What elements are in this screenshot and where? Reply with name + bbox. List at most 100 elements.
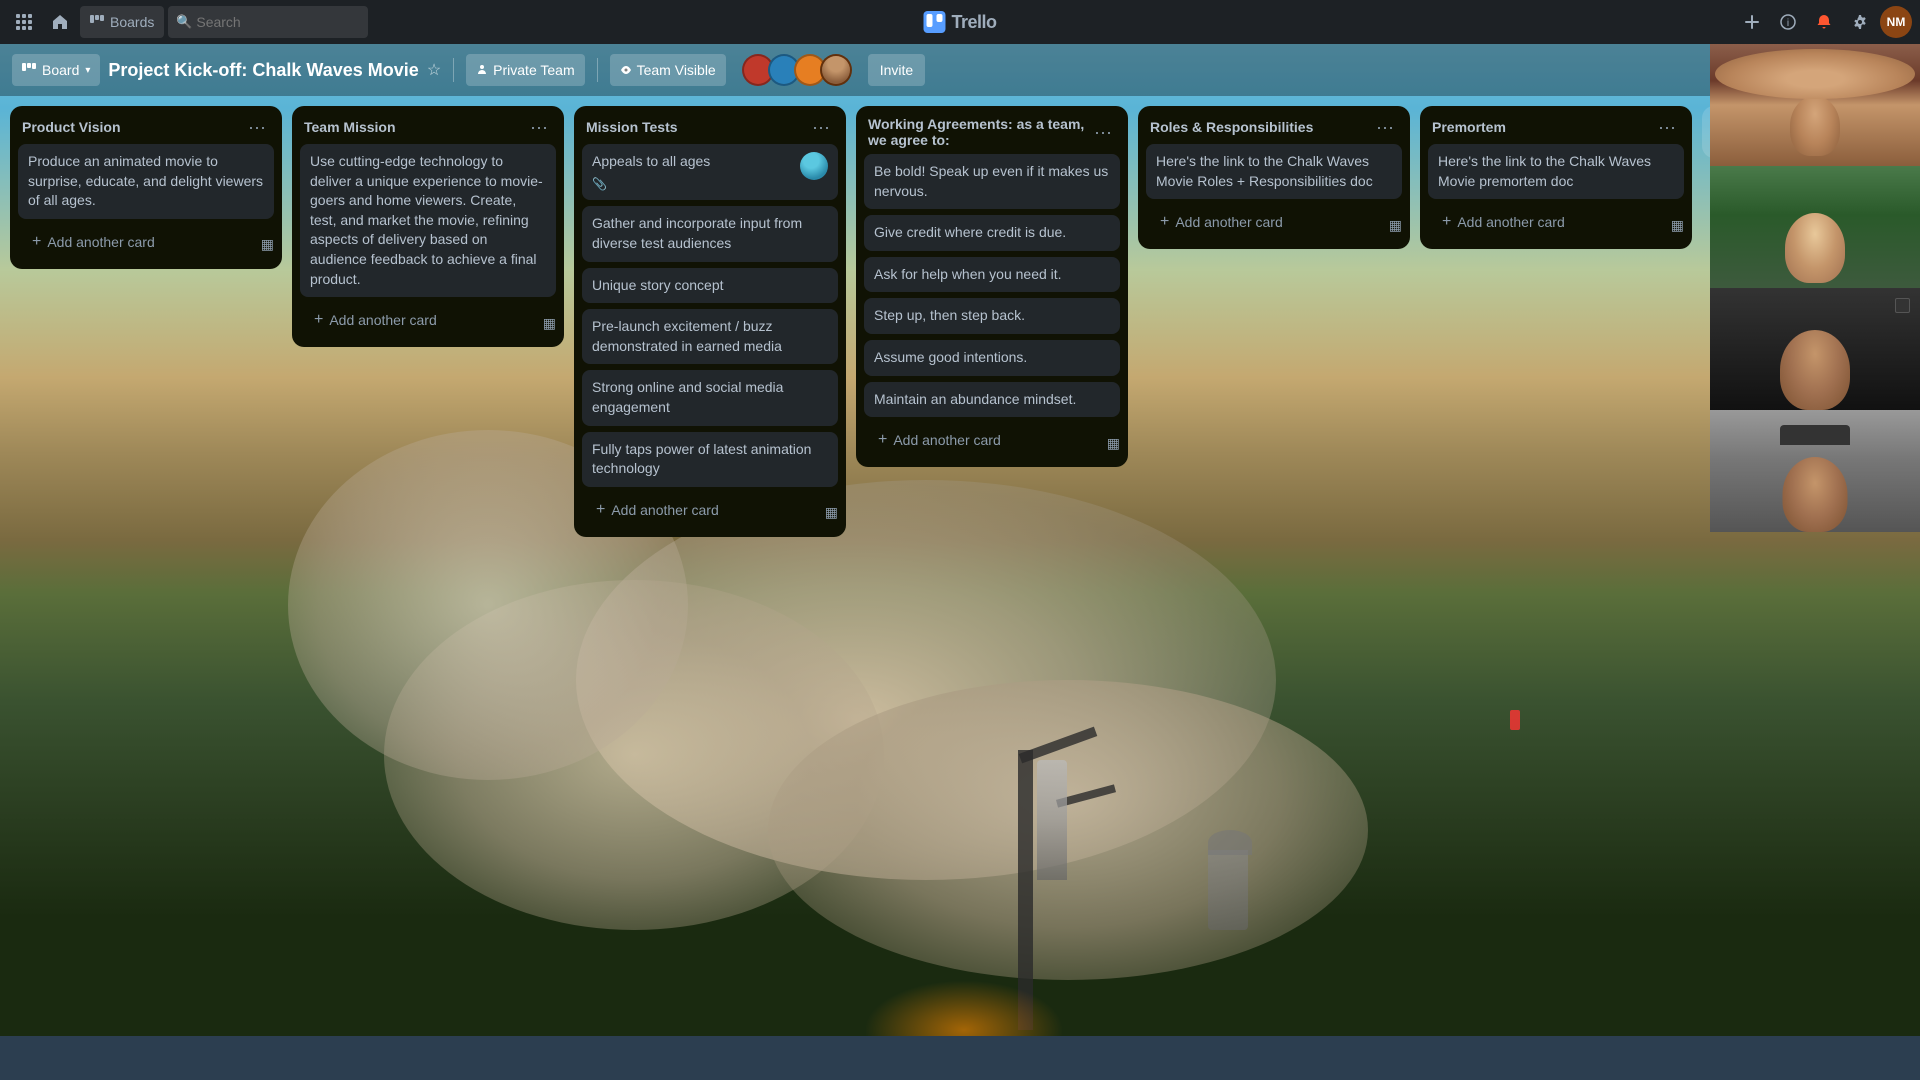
chevron-down-icon: ▾ [85,65,90,76]
add-card-button-working-agreements[interactable]: + Add another card [868,425,1095,457]
divider2 [597,58,598,82]
list-menu-button-team-mission[interactable]: ··· [526,116,552,138]
list-title-mission-tests: Mission Tests [586,119,808,135]
star-button[interactable]: ☆ [427,60,441,80]
template-button-premortem[interactable]: ▦ [1667,215,1688,236]
list-cards-product-vision: Produce an animated movie to surprise, e… [10,144,282,225]
card-mission-tests-6[interactable]: Fully taps power of latest animation tec… [582,432,838,487]
board-title: Project Kick-off: Chalk Waves Movie [108,60,418,81]
card-text: Maintain an abundance mindset. [874,391,1076,407]
list-roles-responsibilities: Roles & Responsibilities ··· Here's the … [1138,106,1410,249]
add-card-row-working-agreements: + Add another card ▦ [856,423,1128,467]
list-title-premortem: Premortem [1432,119,1654,135]
card-working-agreements-1[interactable]: Be bold! Speak up even if it makes us ne… [864,154,1120,209]
add-card-label: Add another card [329,312,436,328]
list-cards-roles-responsibilities: Here's the link to the Chalk Waves Movie… [1138,144,1410,205]
template-button-roles[interactable]: ▦ [1385,215,1406,236]
private-team-button[interactable]: Private Team [466,54,584,86]
list-menu-button-product-vision[interactable]: ··· [244,116,270,138]
member-avatars [742,54,852,86]
card-product-vision-1[interactable]: Produce an animated movie to surprise, e… [18,144,274,219]
settings-button[interactable] [1844,6,1876,38]
board-dropdown-button[interactable]: Board ▾ [12,54,100,86]
search-input[interactable] [168,6,368,38]
video-tile-3[interactable] [1710,288,1920,410]
card-mission-tests-2[interactable]: Gather and incorporate input from divers… [582,206,838,261]
card-working-agreements-4[interactable]: Step up, then step back. [864,298,1120,334]
list-mission-tests: Mission Tests ··· Appeals to all ages 📎 … [574,106,846,537]
card-text: Give credit where credit is due. [874,224,1066,240]
list-menu-button-roles-responsibilities[interactable]: ··· [1372,116,1398,138]
private-team-label: Private Team [493,62,574,78]
card-text: Pre-launch excitement / buzz demonstrate… [592,318,782,354]
list-working-agreements: Working Agreements: as a team, we agree … [856,106,1128,467]
team-visible-button[interactable]: Team Visible [610,54,726,86]
add-button[interactable] [1736,6,1768,38]
list-menu-button-mission-tests[interactable]: ··· [808,116,834,138]
top-navigation: Boards 🔍 Trello i NM [0,0,1920,44]
list-premortem: Premortem ··· Here's the link to the Cha… [1420,106,1692,249]
list-title-working-agreements: Working Agreements: as a team, we agree … [868,116,1090,148]
card-text: Here's the link to the Chalk Waves Movie… [1438,153,1651,189]
card-working-agreements-3[interactable]: Ask for help when you need it. [864,257,1120,293]
card-text: Produce an animated movie to surprise, e… [28,153,263,208]
card-mission-tests-3[interactable]: Unique story concept [582,268,838,304]
card-text: Appeals to all ages [592,153,710,169]
add-card-label: Add another card [611,502,718,518]
nav-right: i NM [1736,6,1912,38]
video-tile-4[interactable] [1710,410,1920,532]
add-card-button-team-mission[interactable]: + Add another card [304,305,531,337]
card-premortem-1[interactable]: Here's the link to the Chalk Waves Movie… [1428,144,1684,199]
plus-icon: + [1442,213,1451,231]
video-tile-2[interactable] [1710,166,1920,288]
info-button[interactable]: i [1772,6,1804,38]
attachment-icon: 📎 [592,176,710,193]
divider [453,58,454,82]
list-menu-button-working-agreements[interactable]: ··· [1090,121,1116,143]
board-btn-label: Board [42,62,79,78]
list-header-roles-responsibilities: Roles & Responsibilities ··· [1138,106,1410,144]
list-cards-premortem: Here's the link to the Chalk Waves Movie… [1420,144,1692,205]
plus-icon: + [314,311,323,329]
card-working-agreements-6[interactable]: Maintain an abundance mindset. [864,382,1120,418]
lists-container: Product Vision ··· Produce an animated m… [10,106,1910,1036]
card-mission-tests-4[interactable]: Pre-launch excitement / buzz demonstrate… [582,309,838,364]
apps-button[interactable] [8,6,40,38]
plus-icon: + [596,501,605,519]
list-team-mission: Team Mission ··· Use cutting-edge techno… [292,106,564,347]
template-button-working-agreements[interactable]: ▦ [1103,433,1124,454]
card-mission-tests-1[interactable]: Appeals to all ages 📎 [582,144,838,200]
card-mission-tests-5[interactable]: Strong online and social media engagemen… [582,370,838,425]
user-avatar[interactable]: NM [1880,6,1912,38]
member-avatar-4[interactable] [820,54,852,86]
video-tile-1[interactable] [1710,44,1920,166]
add-card-button-premortem[interactable]: + Add another card [1432,207,1659,239]
list-menu-button-premortem[interactable]: ··· [1654,116,1680,138]
template-button-mission-tests[interactable]: ▦ [821,502,842,523]
list-title-team-mission: Team Mission [304,119,526,135]
add-card-row-team-mission: + Add another card ▦ [292,303,564,347]
taskbar [0,1036,1920,1080]
card-working-agreements-2[interactable]: Give credit where credit is due. [864,215,1120,251]
template-button-team-mission[interactable]: ▦ [539,313,560,334]
card-text: Ask for help when you need it. [874,266,1062,282]
add-card-button-roles[interactable]: + Add another card [1150,207,1377,239]
card-working-agreements-5[interactable]: Assume good intentions. [864,340,1120,376]
home-button[interactable] [44,6,76,38]
list-header-product-vision: Product Vision ··· [10,106,282,144]
team-visible-label: Team Visible [637,62,716,78]
add-card-button-product-vision[interactable]: + Add another card [22,227,249,259]
boards-button[interactable]: Boards [80,6,164,38]
add-card-label: Add another card [1457,214,1564,230]
list-cards-mission-tests: Appeals to all ages 📎 Gather and incorpo… [574,144,846,493]
card-roles-1[interactable]: Here's the link to the Chalk Waves Movie… [1146,144,1402,199]
bell-button[interactable] [1808,6,1840,38]
card-text: Use cutting-edge technology to deliver a… [310,153,543,287]
invite-button[interactable]: Invite [868,54,925,86]
board-content: Product Vision ··· Produce an animated m… [0,96,1920,1036]
card-team-mission-1[interactable]: Use cutting-edge technology to deliver a… [300,144,556,297]
card-text: Step up, then step back. [874,307,1025,323]
add-card-row-product-vision: + Add another card ▦ [10,225,282,269]
template-button-product-vision[interactable]: ▦ [257,234,278,255]
add-card-button-mission-tests[interactable]: + Add another card [586,495,813,527]
